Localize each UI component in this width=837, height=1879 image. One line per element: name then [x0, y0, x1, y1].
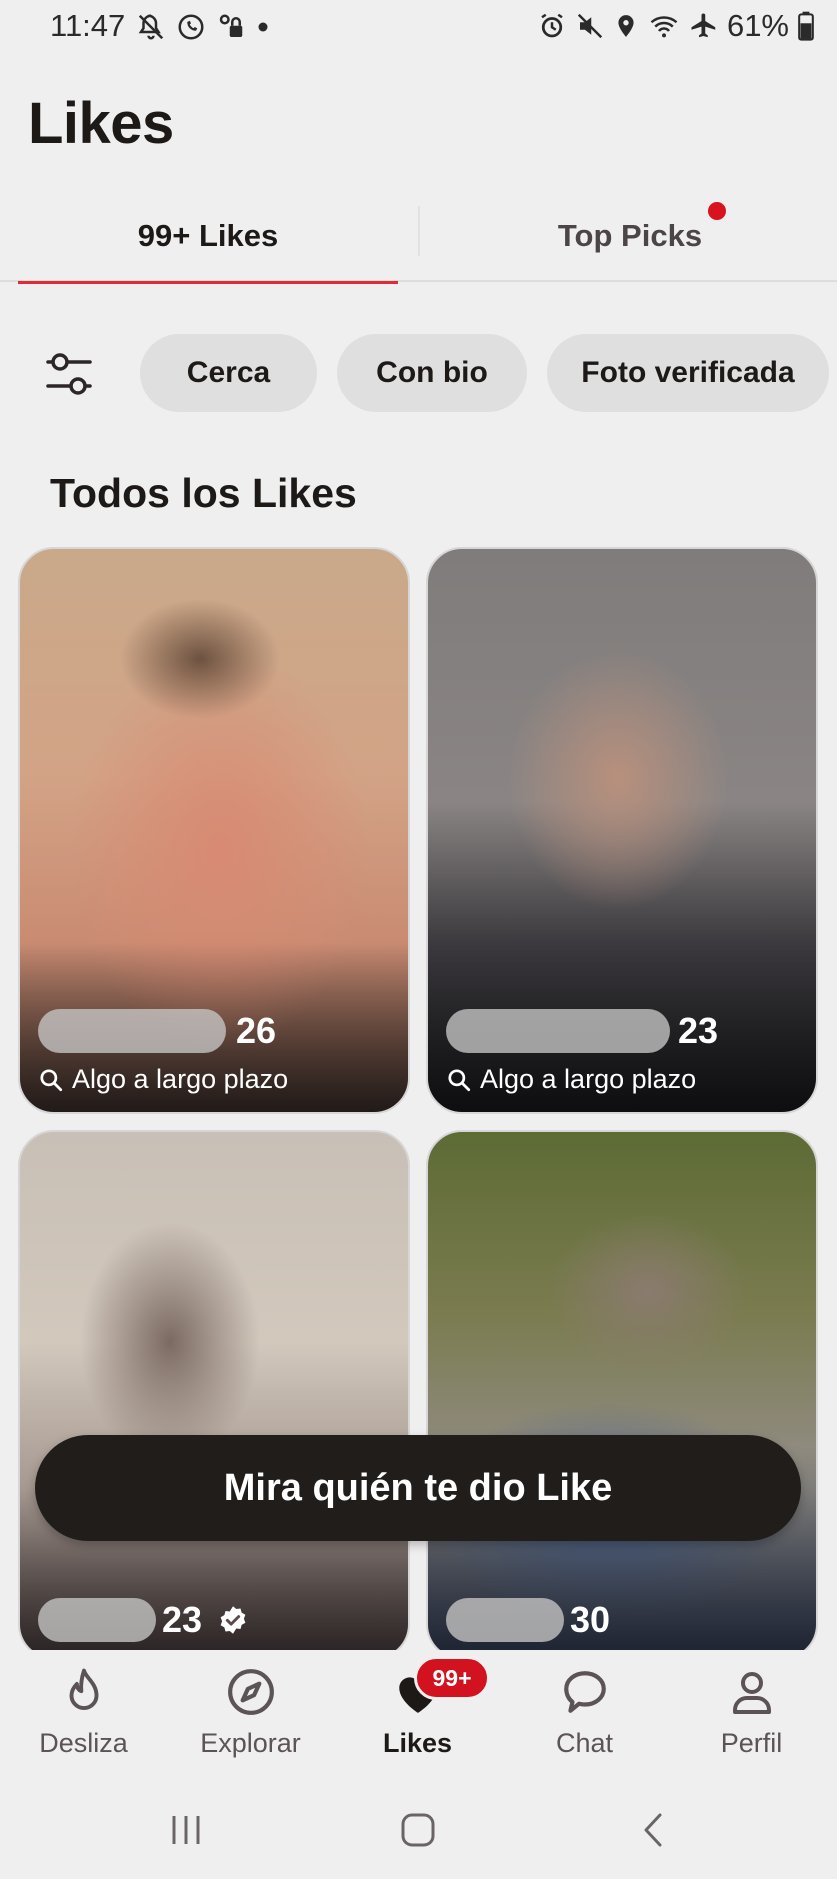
- card-age: 26: [236, 1010, 277, 1051]
- wifi-icon: [650, 16, 678, 38]
- card-age: 23: [162, 1599, 203, 1640]
- card-age: 23: [678, 1010, 719, 1051]
- card-age: 30: [570, 1599, 611, 1640]
- search-icon: [40, 1068, 63, 1091]
- likes-count-badge: 99+: [414, 1656, 490, 1700]
- status-bar: 11:47 61%: [0, 0, 837, 58]
- card-intent-label: Algo a largo plazo: [72, 1064, 289, 1094]
- nav-label-explorar: Explorar: [200, 1728, 301, 1758]
- flame-icon: [56, 1664, 112, 1720]
- tab-top-picks[interactable]: Top Picks: [420, 190, 837, 282]
- location-icon: [618, 15, 634, 37]
- top-picks-notification-dot: [708, 202, 726, 220]
- status-left-icons: [136, 12, 270, 42]
- battery-percent: 61%: [726, 8, 789, 43]
- blurred-name: [446, 1598, 564, 1642]
- filter-chip-con-bio[interactable]: Con bio: [337, 334, 527, 412]
- chat-bubble-icon: [557, 1664, 613, 1720]
- filter-bar: Cerca Con bio Foto verificada: [0, 334, 837, 414]
- like-card[interactable]: 30: [426, 1130, 818, 1660]
- nav-item-desliza[interactable]: Desliza: [0, 1650, 167, 1780]
- search-icon: [448, 1068, 471, 1091]
- nav-item-explorar[interactable]: Explorar: [167, 1650, 334, 1780]
- blurred-name: [38, 1009, 226, 1053]
- blurred-name: [446, 1009, 670, 1053]
- nav-label-chat: Chat: [555, 1728, 614, 1758]
- status-right: 61%: [537, 8, 815, 44]
- notifications-off-icon: [138, 14, 164, 40]
- like-card[interactable]: 26 Algo a largo plazo: [18, 547, 410, 1114]
- airplane-icon: [691, 13, 716, 38]
- blurred-name: [38, 1598, 156, 1642]
- nav-item-perfil[interactable]: Perfil: [668, 1650, 835, 1780]
- nav-label-likes: Likes: [382, 1728, 453, 1758]
- dot-icon: [258, 22, 268, 32]
- recent-apps-icon[interactable]: [166, 1810, 206, 1850]
- system-nav-bar: [0, 1780, 837, 1879]
- home-icon[interactable]: [398, 1810, 438, 1850]
- status-time: 11:47: [50, 8, 126, 43]
- tab-likes[interactable]: 99+ Likes: [18, 190, 398, 284]
- filter-sliders-icon[interactable]: [44, 350, 94, 398]
- person-icon: [724, 1664, 780, 1720]
- section-title: Todos los Likes: [50, 470, 357, 516]
- nav-item-chat[interactable]: Chat: [501, 1650, 668, 1780]
- nav-label-desliza: Desliza: [39, 1728, 128, 1758]
- battery-icon: [798, 11, 814, 41]
- see-who-liked-you-button[interactable]: Mira quién te dio Like: [35, 1435, 801, 1541]
- like-card[interactable]: 23: [18, 1130, 410, 1660]
- compass-icon: [223, 1664, 279, 1720]
- nav-label-perfil: Perfil: [720, 1728, 783, 1758]
- filter-chip-cerca[interactable]: Cerca: [140, 334, 317, 412]
- alarm-icon: [541, 13, 563, 38]
- vpn-key-icon: [219, 14, 243, 37]
- card-intent: Algo a largo plazo: [446, 1064, 696, 1095]
- filter-chip-foto-verificada[interactable]: Foto verificada: [547, 334, 829, 412]
- back-icon[interactable]: [634, 1810, 674, 1850]
- like-card[interactable]: 23 Algo a largo plazo: [426, 547, 818, 1114]
- mute-icon: [577, 13, 603, 39]
- card-intent: Algo a largo plazo: [38, 1064, 288, 1095]
- verified-badge-icon: [220, 1606, 246, 1634]
- page-title: Likes: [28, 91, 174, 156]
- card-intent-label: Algo a largo plazo: [480, 1064, 697, 1094]
- whatsapp-icon: [178, 14, 204, 40]
